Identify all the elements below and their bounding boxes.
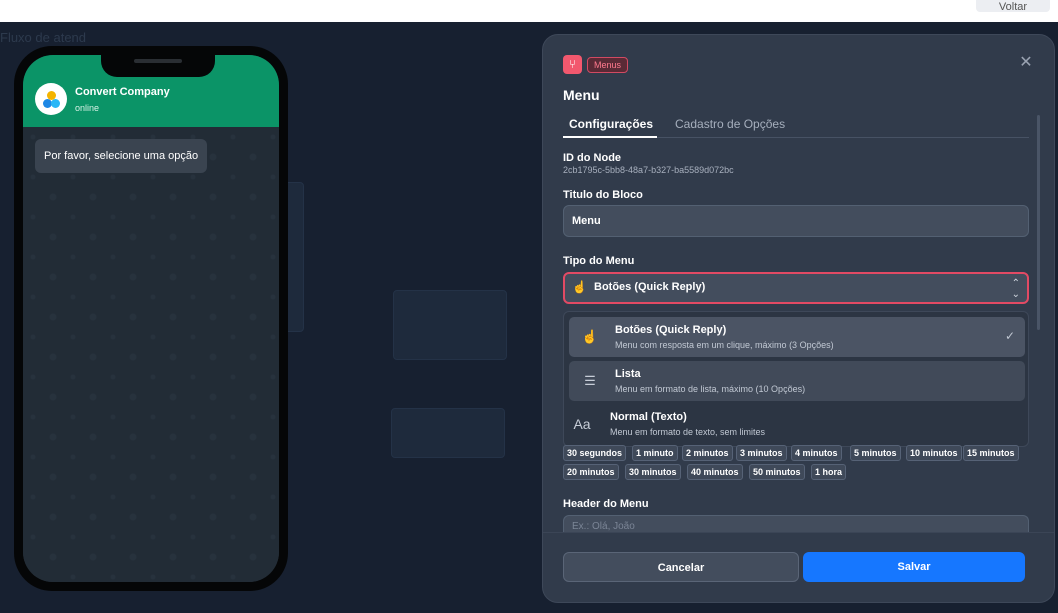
- timeout-chip[interactable]: 20 minutos: [563, 464, 619, 480]
- voltar-button[interactable]: Voltar: [976, 0, 1050, 13]
- chat-message-bubble: Por favor, selecione uma opção: [35, 139, 208, 173]
- tipo-menu-dropdown: ☝ Botões (Quick Reply) Menu com resposta…: [563, 311, 1029, 447]
- timeout-chip[interactable]: 1 minuto: [632, 445, 678, 461]
- header-input[interactable]: Ex.: Olá, João: [563, 515, 1029, 532]
- chat-body: Por favor, selecione uma opção: [23, 127, 279, 582]
- option-normal[interactable]: Aa Normal (Texto) Menu em formato de tex…: [564, 404, 1020, 444]
- touch-icon: ☝: [572, 280, 587, 294]
- header-label: Header do Menu: [563, 498, 649, 510]
- background-flow-title: Fluxo de atend: [0, 30, 87, 45]
- background-node: [391, 408, 505, 458]
- titulo-label: Titulo do Bloco: [563, 189, 643, 201]
- scrollbar[interactable]: [1037, 115, 1040, 330]
- tipo-menu-select[interactable]: ☝ Botões (Quick Reply) ⌃ ⌄: [563, 272, 1029, 304]
- save-button[interactable]: Salvar: [803, 552, 1025, 582]
- option-botoes[interactable]: ☝ Botões (Quick Reply) Menu com resposta…: [569, 317, 1025, 357]
- cancel-button[interactable]: Cancelar: [563, 552, 799, 582]
- menus-badge: Menus: [587, 57, 629, 73]
- background-node: [393, 290, 507, 360]
- modal-title: Menu: [563, 87, 600, 103]
- node-id-label: ID do Node: [563, 152, 622, 164]
- option-lista[interactable]: ☰ Lista Menu em formato de lista, máximo…: [569, 361, 1025, 401]
- node-id-value: 2cb1795c-5bb8-48a7-b327-ba5589d072bc: [563, 165, 734, 175]
- top-bar: Voltar: [0, 0, 1058, 22]
- phone-screen: Convert Company online Por favor, seleci…: [23, 55, 279, 582]
- phone-notch: [101, 55, 215, 77]
- tipo-label: Tipo do Menu: [563, 255, 635, 267]
- timeout-chip[interactable]: 3 minutos: [736, 445, 787, 461]
- timeout-chip[interactable]: 5 minutos: [850, 445, 901, 461]
- option-title: Botões (Quick Reply): [615, 324, 727, 336]
- footer-divider: [543, 532, 1054, 533]
- tab-bar: Configurações Cadastro de Opções: [563, 113, 1029, 138]
- timeout-chip[interactable]: 30 minutos: [625, 464, 681, 480]
- timeout-chip[interactable]: 15 minutos: [963, 445, 1019, 461]
- timeout-chip[interactable]: 50 minutos: [749, 464, 805, 480]
- timeout-chip[interactable]: 40 minutos: [687, 464, 743, 480]
- phone-preview: Convert Company online Por favor, seleci…: [14, 46, 288, 591]
- check-icon: ✓: [1004, 329, 1015, 343]
- tab-configuracoes[interactable]: Configurações: [569, 117, 653, 131]
- option-desc: Menu em formato de texto, sem limites: [610, 427, 766, 437]
- phone-speaker: [134, 59, 182, 63]
- timeout-chip[interactable]: 30 segundos: [563, 445, 627, 461]
- timeout-chip[interactable]: 2 minutos: [682, 445, 733, 461]
- tab-cadastro-opcoes[interactable]: Cadastro de Opções: [675, 117, 785, 131]
- close-icon[interactable]: ✕: [1017, 54, 1035, 72]
- option-title: Lista: [615, 368, 641, 380]
- company-avatar: [35, 83, 67, 115]
- active-tab-indicator: [563, 136, 657, 138]
- list-icon: ☰: [584, 373, 596, 388]
- timeout-chip[interactable]: 10 minutos: [906, 445, 962, 461]
- chevron-up-down-icon: ⌃ ⌄: [1011, 278, 1020, 300]
- chat-company-name: Convert Company: [75, 86, 170, 98]
- menu-node-icon: ⑂: [563, 55, 582, 74]
- chat-status: online: [75, 103, 100, 113]
- menu-config-modal: ⑂ Menus ✕ Menu Configurações Cadastro de…: [542, 34, 1055, 603]
- touch-icon: ☝: [581, 329, 599, 344]
- timeout-chip[interactable]: 1 hora: [811, 464, 847, 480]
- option-title: Normal (Texto): [610, 411, 687, 423]
- tipo-selected-value: Botões (Quick Reply): [594, 281, 706, 293]
- text-icon: Aa: [573, 416, 591, 432]
- option-desc: Menu com resposta em um clique, máximo (…: [615, 340, 834, 350]
- timeout-chip[interactable]: 4 minutos: [791, 445, 842, 461]
- option-desc: Menu em formato de lista, máximo (10 Opç…: [615, 384, 806, 394]
- titulo-input[interactable]: Menu: [563, 205, 1029, 237]
